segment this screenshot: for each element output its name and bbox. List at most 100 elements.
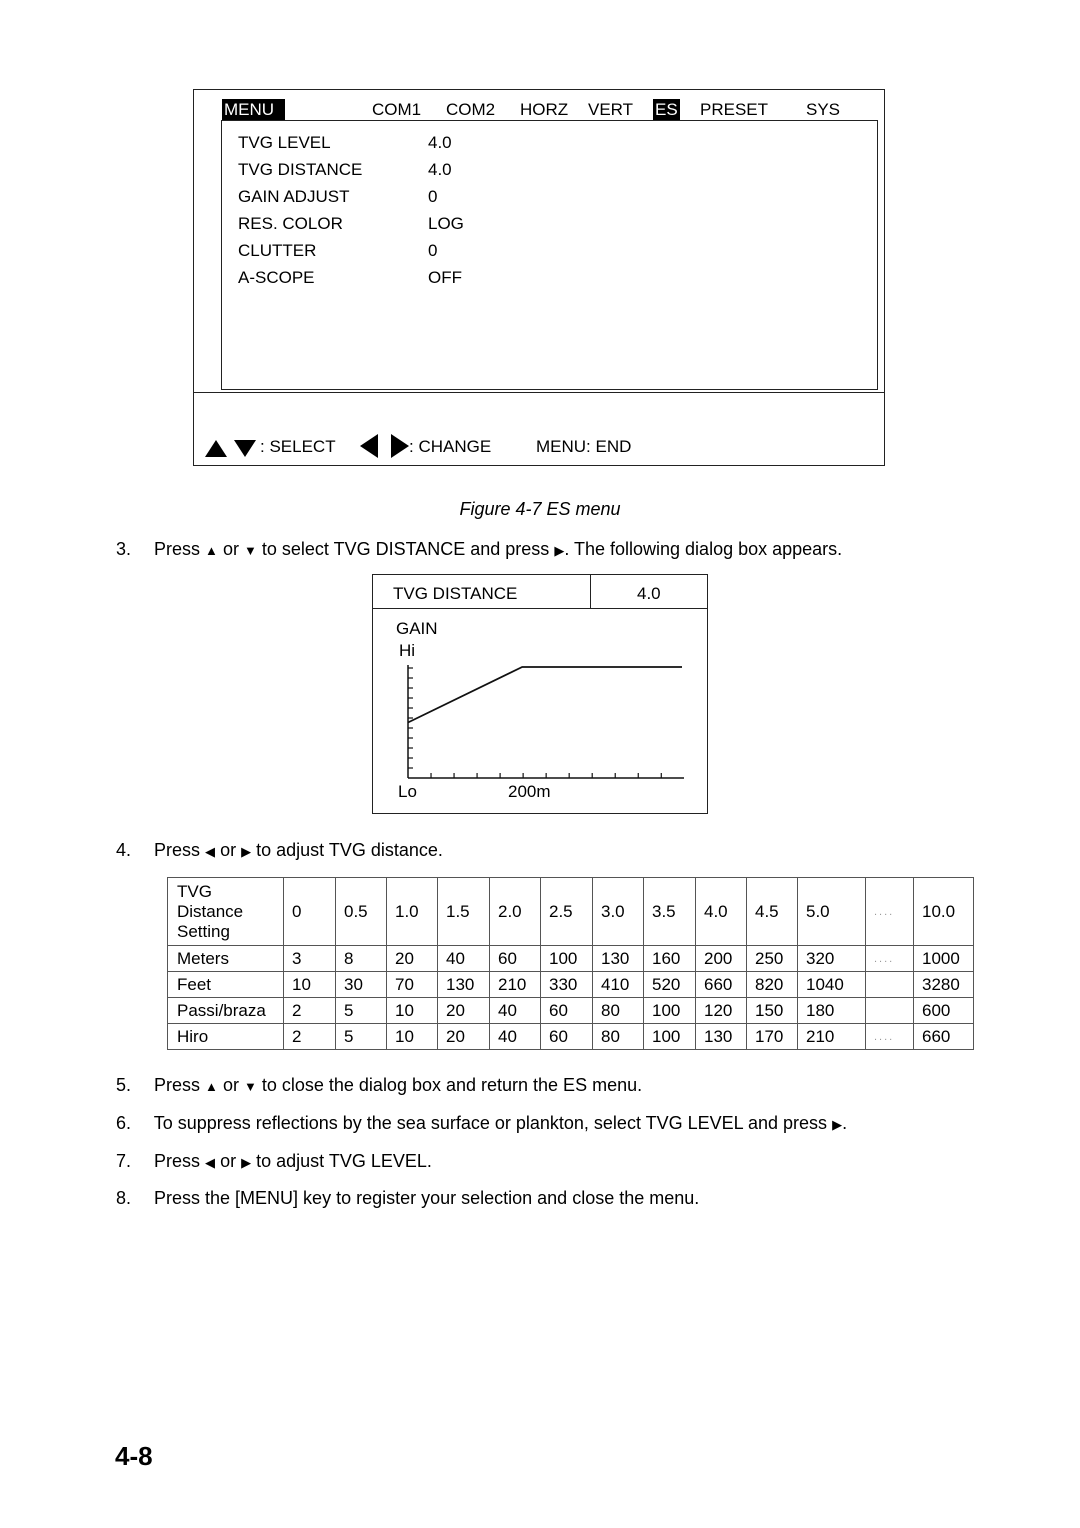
table-cell: 5 xyxy=(335,1023,387,1050)
table-cell: 10 xyxy=(283,971,336,998)
table-cell: 200 xyxy=(695,945,747,972)
table-cell: 80 xyxy=(592,997,644,1024)
menu-value-tvg-distance: 4.0 xyxy=(428,160,452,179)
step-text: to adjust TVG distance. xyxy=(256,840,443,860)
table-cell: 100 xyxy=(643,1023,696,1050)
up-arrow-icon: ▲ xyxy=(205,543,218,558)
table-cell: .... xyxy=(865,945,914,972)
menu-end-hint: MENU: END xyxy=(536,437,632,456)
step-number: 7. xyxy=(116,1151,132,1171)
table-cell: 210 xyxy=(797,1023,866,1050)
table-row: Hiro 2 5 10 20 40 60 80 100 130 170 210.... 660 xyxy=(167,1023,974,1050)
table-cell: 100 xyxy=(643,997,696,1024)
right-arrow-icon: ▶ xyxy=(832,1117,843,1132)
table-row: Meters 3 8 20 40 60 100 130 160 200 250 320.... 1000 xyxy=(167,945,974,972)
header-label-line: Distance xyxy=(177,901,244,921)
step-text: to adjust TVG LEVEL. xyxy=(256,1151,432,1171)
gain-axis-label: GAIN xyxy=(396,619,438,638)
tvg-gain-chart xyxy=(407,665,684,779)
x-mark-label: 200m xyxy=(508,782,551,801)
header-label-line: Setting xyxy=(177,921,230,941)
table-cell: 600 xyxy=(913,997,974,1024)
tab-com2[interactable]: COM2 xyxy=(446,99,495,120)
menu-item-tvg-level[interactable]: TVG LEVEL xyxy=(238,133,331,153)
step-text: . xyxy=(842,1113,848,1133)
step-number: 4. xyxy=(116,840,132,860)
menu-value-clutter: 0 xyxy=(428,241,438,260)
tab-menu[interactable]: MENU xyxy=(222,99,285,120)
table-cell: 3280 xyxy=(913,971,974,998)
tab-horz[interactable]: HORZ xyxy=(520,99,568,120)
table-cell: 70 xyxy=(386,971,438,998)
menu-item-tvg-distance[interactable]: TVG DISTANCE xyxy=(238,160,362,180)
step-text: Press xyxy=(154,539,201,559)
left-arrow-icon xyxy=(360,434,378,458)
table-cell: 1000 xyxy=(913,945,974,972)
dialog-header-column-divider xyxy=(590,574,591,609)
tab-sys[interactable]: SYS xyxy=(806,99,840,120)
setting-cell: 2.5 xyxy=(540,877,593,946)
step-text: Press the [MENU] key to register your se… xyxy=(154,1188,700,1208)
select-hint: : SELECT xyxy=(260,437,336,456)
header-label-line: TVG xyxy=(177,881,212,901)
tab-com1[interactable]: COM1 xyxy=(372,99,421,120)
table-cell: 130 xyxy=(437,971,490,998)
down-arrow-icon: ▼ xyxy=(243,543,257,558)
table-cell: 3 xyxy=(283,945,336,972)
step-6: 6. To suppress reflections by the sea su… xyxy=(116,1112,847,1136)
step-number: 8. xyxy=(116,1188,132,1208)
menu-item-gain-adjust[interactable]: GAIN ADJUST xyxy=(238,187,349,207)
row-label: Feet xyxy=(167,971,284,998)
menu-value-a-scope: OFF xyxy=(428,268,462,287)
setting-cell: 2.0 xyxy=(489,877,541,946)
right-arrow-icon xyxy=(391,434,409,458)
table-cell: 520 xyxy=(643,971,696,998)
figure-caption: Figure 4-7 ES menu xyxy=(459,499,621,519)
table-cell: 40 xyxy=(489,997,541,1024)
gain-curve-line xyxy=(407,666,682,724)
step-text: . The following dialog box appears. xyxy=(564,539,843,559)
menu-item-res-color[interactable]: RES. COLOR xyxy=(238,214,343,234)
row-label: Meters xyxy=(167,945,284,972)
row-label: Hiro xyxy=(167,1023,284,1050)
tab-preset[interactable]: PRESET xyxy=(700,99,768,120)
up-arrow-icon: ▲ xyxy=(205,1079,218,1094)
setting-cell: 10.0 xyxy=(913,877,974,946)
menu-item-clutter[interactable]: CLUTTER xyxy=(238,241,316,261)
table-cell: 660 xyxy=(913,1023,974,1050)
setting-cell: .... xyxy=(865,877,914,946)
menu-item-a-scope[interactable]: A-SCOPE xyxy=(238,268,315,288)
setting-cell: 0.5 xyxy=(335,877,387,946)
step-3: 3. Press ▲ or ▼ to select TVG DISTANCE a… xyxy=(116,538,842,562)
step-number: 5. xyxy=(116,1075,132,1095)
table-cell xyxy=(865,997,914,1024)
tab-es[interactable]: ES xyxy=(653,99,680,120)
table-cell: 250 xyxy=(746,945,798,972)
table-cell: 1040 xyxy=(797,971,866,998)
step-7: 7. Press ◀ or ▶ to adjust TVG LEVEL. xyxy=(116,1150,432,1174)
table-cell: 150 xyxy=(746,997,798,1024)
step-text: or xyxy=(220,840,237,860)
table-cell: 60 xyxy=(489,945,541,972)
table-cell: 20 xyxy=(437,1023,490,1050)
table-cell: 60 xyxy=(540,997,593,1024)
menu-value-tvg-level: 4.0 xyxy=(428,133,452,152)
down-arrow-icon xyxy=(234,440,256,457)
step-text: or xyxy=(220,1151,237,1171)
setting-cell: 1.0 xyxy=(386,877,438,946)
table-cell: 160 xyxy=(643,945,696,972)
step-text: to select TVG DISTANCE and press xyxy=(261,539,550,559)
table-cell: 10 xyxy=(386,1023,438,1050)
table-cell: 820 xyxy=(746,971,798,998)
table-cell: 20 xyxy=(386,945,438,972)
table-cell: 10 xyxy=(386,997,438,1024)
table-cell: 60 xyxy=(540,1023,593,1050)
table-cell: 120 xyxy=(695,997,747,1024)
up-arrow-icon xyxy=(205,440,227,457)
table-cell: 330 xyxy=(540,971,593,998)
right-arrow-icon: ▶ xyxy=(241,844,252,859)
tab-vert[interactable]: VERT xyxy=(588,99,633,120)
dialog-value: 4.0 xyxy=(637,584,661,603)
setting-cell: 4.0 xyxy=(695,877,747,946)
step-text: Press xyxy=(154,840,201,860)
